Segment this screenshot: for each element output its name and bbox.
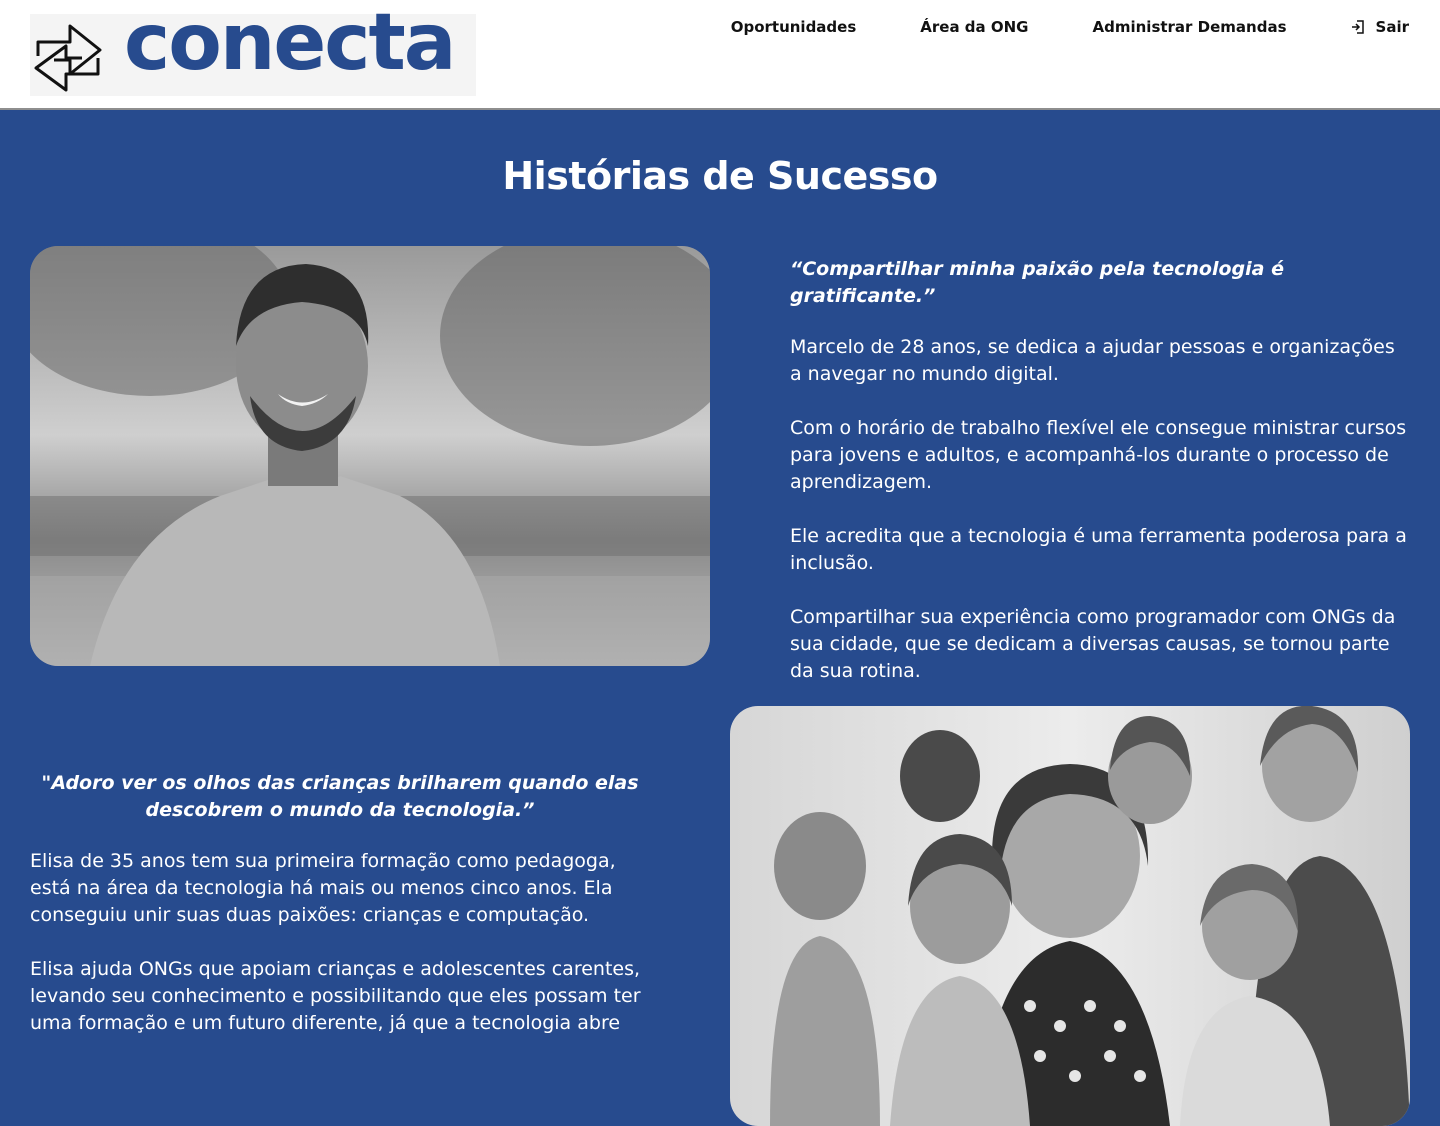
arrows-exchange-icon (34, 24, 102, 92)
brand-logo[interactable]: conecta (30, 4, 476, 96)
story-paragraph: Ele acredita que a tecnologia é uma ferr… (790, 525, 1407, 574)
main-nav: Oportunidades Área da ONG Administrar De… (731, 16, 1409, 38)
story-quote: “Compartilhar minha paixão pela tecnolog… (790, 258, 1284, 307)
story-photo-marcelo (30, 246, 710, 666)
nav-oportunidades[interactable]: Oportunidades (731, 16, 857, 38)
nav-sair-label: Sair (1375, 18, 1409, 36)
story-photo-elisa (730, 706, 1410, 1126)
brand-name: conecta (124, 0, 456, 88)
nav-sair[interactable]: Sair (1351, 16, 1409, 38)
main-content: Histórias de Sucesso “Compartilhar minha… (0, 110, 1440, 1126)
story-elisa: "Adoro ver os olhos das crianças brilhar… (30, 770, 650, 1064)
page-title: Histórias de Sucesso (502, 154, 938, 198)
logout-icon (1351, 20, 1364, 34)
nav-administrar-demandas[interactable]: Administrar Demandas (1093, 16, 1287, 38)
story-marcelo: “Compartilhar minha paixão pela tecnolog… (790, 256, 1410, 712)
story-paragraph: Compartilhar sua experiência como progra… (790, 606, 1396, 682)
story-paragraph: Marcelo de 28 anos, se dedica a ajudar p… (790, 336, 1395, 385)
story-quote: "Adoro ver os olhos das crianças brilhar… (41, 772, 639, 821)
top-header: conecta Oportunidades Área da ONG Admini… (0, 0, 1440, 110)
story-paragraph: Elisa ajuda ONGs que apoiam crianças e a… (30, 958, 641, 1034)
story-paragraph: Elisa de 35 anos tem sua primeira formaç… (30, 850, 616, 926)
story-paragraph: Com o horário de trabalho flexível ele c… (790, 417, 1407, 493)
nav-area-da-ong[interactable]: Área da ONG (920, 16, 1028, 38)
